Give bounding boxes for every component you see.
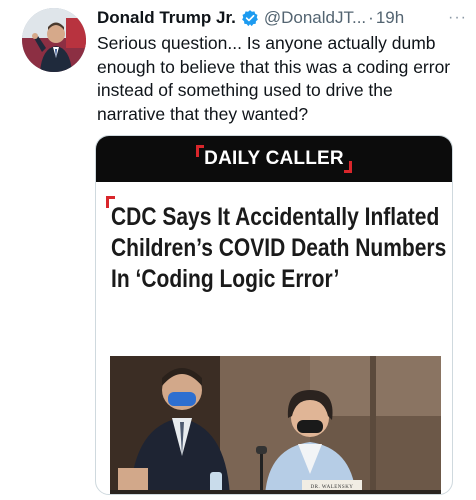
tweet-text: Serious question... Is anyone actually d… [97, 33, 451, 124]
card-headline: CDC Says It Accidentally Inflated Childr… [111, 203, 447, 293]
timestamp[interactable]: 19h [376, 8, 404, 28]
daily-caller-logo: DAILY CALLER [196, 145, 352, 173]
avatar[interactable] [22, 8, 86, 72]
verified-badge-icon [241, 9, 259, 27]
nameplate: DR. WALENSKY [310, 485, 354, 490]
handle[interactable]: @DonaldJT... [264, 8, 366, 28]
tweet[interactable]: Donald Trump Jr. @DonaldJT... · 19h ··· … [0, 0, 476, 500]
logo-bracket-left [196, 145, 205, 157]
separator: · [368, 8, 374, 27]
link-card[interactable]: DAILY CALLER CDC Says It Accidentally In… [95, 135, 453, 495]
card-photo: DR. WALENSKY [110, 356, 441, 494]
more-options-icon[interactable]: ··· [448, 9, 467, 27]
display-name[interactable]: Donald Trump Jr. [97, 8, 236, 28]
source-banner: DAILY CALLER [96, 136, 452, 182]
logo-bracket-right [343, 161, 352, 173]
source-name: DAILY CALLER [204, 148, 344, 169]
tweet-header: Donald Trump Jr. @DonaldJT... · 19h ··· [97, 6, 467, 30]
